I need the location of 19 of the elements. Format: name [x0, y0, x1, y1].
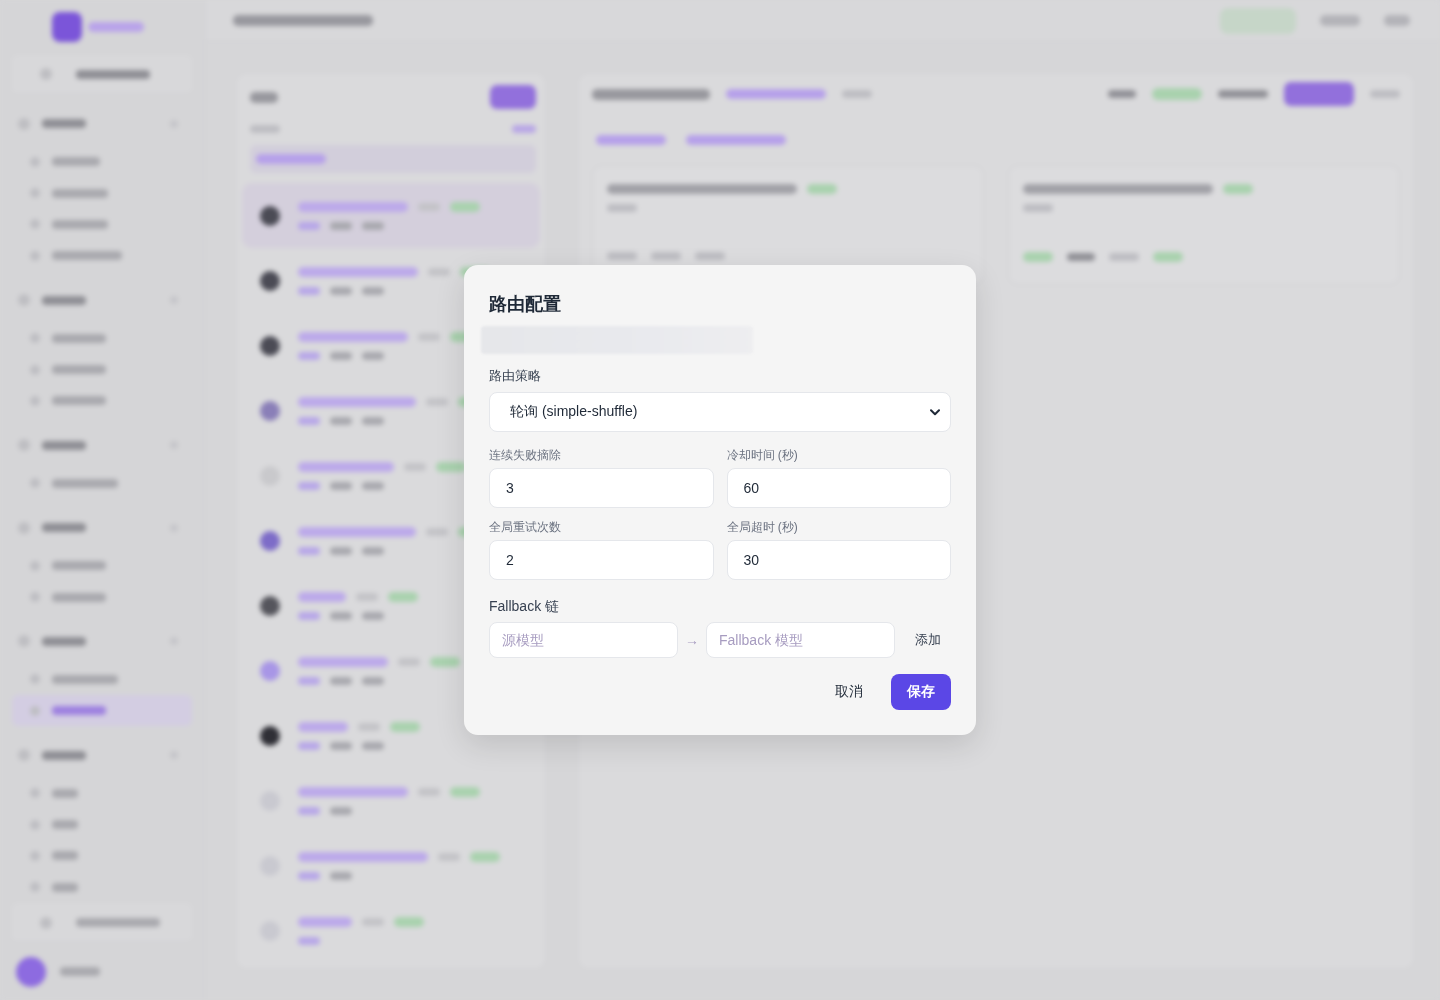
number-input[interactable]: 2	[489, 540, 714, 580]
dialog-title: 路由配置	[489, 293, 562, 316]
arrow-text: →	[684, 632, 700, 648]
number-input[interactable]: 60	[726, 468, 951, 508]
add-button[interactable]: 添加	[905, 624, 951, 656]
field-label: 路由策略	[489, 367, 542, 385]
field-label: 冷却时间 (秒)	[726, 447, 799, 463]
number-input[interactable]: 30	[726, 540, 951, 580]
strategy-select[interactable]: 轮询 (simple-shuffle)	[489, 392, 951, 432]
field-label: 全局超时 (秒)	[726, 519, 799, 535]
fallback-model-input[interactable]: Fallback 模型	[706, 622, 895, 658]
cancel-button[interactable]: 取消	[820, 674, 877, 710]
chevron-down-icon	[930, 408, 940, 416]
source-model-input[interactable]: 源模型	[489, 622, 678, 658]
field-label: 全局重试次数	[489, 519, 562, 535]
save-button[interactable]: 保存	[891, 674, 951, 710]
number-input[interactable]: 3	[489, 468, 714, 508]
section-label: Fallback 链	[489, 597, 561, 616]
field-label: 连续失败摘除	[489, 447, 562, 463]
